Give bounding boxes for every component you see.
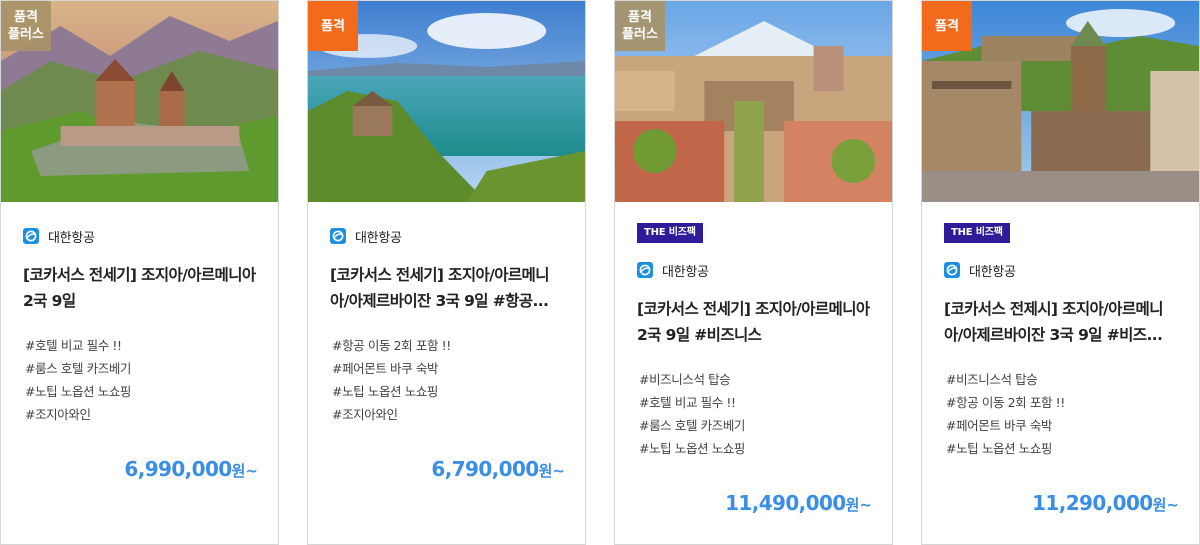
airline: 대한항공: [330, 228, 563, 246]
biz-pack-badge: THE 비즈팩: [944, 223, 1010, 243]
tag-item: #비즈니스석 탑승: [946, 372, 1038, 387]
korean-air-logo-icon: [23, 228, 39, 244]
price: 11,290,000원~: [1032, 491, 1179, 515]
grade-badge: 품격 플러스: [1, 1, 51, 51]
product-title[interactable]: [코카서스 전세기] 조지아/아르메니아/아제르바이잔 3국 9일 #항공...: [330, 262, 563, 314]
price: 11,490,000원~: [725, 491, 872, 515]
tag-item: #호텔 비교 필수 !!: [25, 338, 122, 353]
grade-label: 품격: [935, 18, 959, 34]
price-suffix: 원~: [1152, 496, 1179, 514]
price-value: 11,490,000: [725, 491, 846, 515]
price: 6,990,000원~: [124, 457, 258, 481]
grade-badge: 품격: [308, 1, 358, 51]
tag-item: #비즈니스석 탑승: [639, 372, 731, 387]
product-title[interactable]: [코카서스 전세기] 조지아/아르메니아 2국 9일: [23, 262, 256, 314]
korean-air-logo-icon: [944, 262, 960, 278]
product-card[interactable]: 품격 대한항공 [코카서스 전세기] 조지아/아르메니아/아제르바이잔 3국 9…: [307, 0, 586, 545]
product-image[interactable]: 품격 플러스: [1, 1, 278, 202]
tag-item: #룸스 호텔 카즈베기: [25, 361, 132, 376]
price-value: 6,990,000: [124, 457, 232, 481]
price-value: 11,290,000: [1032, 491, 1153, 515]
korean-air-logo-icon: [637, 262, 653, 278]
tag-item: #룸스 호텔 카즈베기: [639, 418, 746, 433]
product-card[interactable]: 품격 플러스 THE 비즈팩 대한항공 [코카서스 전세기] 조지아/아르메니아…: [614, 0, 893, 545]
tag-item: #노팁 노옵션 노쇼핑: [639, 441, 746, 456]
grade-label: 품격 플러스: [622, 10, 658, 42]
airline: 대한항공: [23, 228, 256, 246]
price-suffix: 원~: [538, 462, 565, 480]
biz-pack-badge: THE 비즈팩: [637, 223, 703, 243]
tag-item: #조지아와인: [332, 407, 398, 422]
product-card[interactable]: 품격 플러스 대한항공 [코카서스 전세기] 조지아/아르메니아 2국 9일 #…: [0, 0, 279, 545]
airline-name: 대한항공: [662, 264, 709, 280]
grade-label: 품격 플러스: [8, 10, 44, 42]
tag-list: #호텔 비교 필수 !! #룸스 호텔 카즈베기 #노팁 노옵션 노쇼핑 #조지…: [23, 334, 256, 426]
tag-item: #노팁 노옵션 노쇼핑: [946, 441, 1053, 456]
grade-badge: 품격: [922, 1, 972, 51]
grade-badge: 품격 플러스: [615, 1, 665, 51]
tag-item: #노팁 노옵션 노쇼핑: [332, 384, 439, 399]
product-image[interactable]: 품격: [308, 1, 585, 202]
korean-air-logo-icon: [330, 228, 346, 244]
airline-name: 대한항공: [48, 230, 95, 246]
tag-item: #페어몬트 바쿠 숙박: [946, 418, 1053, 433]
product-card-list: 품격 플러스 대한항공 [코카서스 전세기] 조지아/아르메니아 2국 9일 #…: [0, 0, 1200, 545]
product-title[interactable]: [코카서스 전세기] 조지아/아르메니아 2국 9일 #비즈니스: [637, 296, 870, 348]
tag-item: #호텔 비교 필수 !!: [639, 395, 736, 410]
tag-item: #노팁 노옵션 노쇼핑: [25, 384, 132, 399]
tag-item: #페어몬트 바쿠 숙박: [332, 361, 439, 376]
tag-list: #항공 이동 2회 포함 !! #페어몬트 바쿠 숙박 #노팁 노옵션 노쇼핑 …: [330, 334, 563, 426]
price: 6,790,000원~: [431, 457, 565, 481]
price-suffix: 원~: [845, 496, 872, 514]
product-image[interactable]: 품격 플러스: [615, 1, 892, 202]
airline-name: 대한항공: [355, 230, 402, 246]
product-title[interactable]: [코카서스 전제시] 조지아/아르메니아/아제르바이잔 3국 9일 #비즈...: [944, 296, 1177, 348]
tag-item: #항공 이동 2회 포함 !!: [332, 338, 451, 353]
product-card[interactable]: 품격 THE 비즈팩 대한항공 [코카서스 전제시] 조지아/아르메니아/아제르…: [921, 0, 1200, 545]
tag-list: #비즈니스석 탑승 #호텔 비교 필수 !! #룸스 호텔 카즈베기 #노팁 노…: [637, 368, 870, 460]
airline: 대한항공: [944, 262, 1177, 280]
tag-list: #비즈니스석 탑승 #항공 이동 2회 포함 !! #페어몬트 바쿠 숙박 #노…: [944, 368, 1177, 460]
airline-name: 대한항공: [969, 264, 1016, 280]
tag-item: #조지아와인: [25, 407, 91, 422]
product-image[interactable]: 품격: [922, 1, 1199, 202]
grade-label: 품격: [321, 18, 345, 34]
price-value: 6,790,000: [431, 457, 539, 481]
airline: 대한항공: [637, 262, 870, 280]
tag-item: #항공 이동 2회 포함 !!: [946, 395, 1065, 410]
price-suffix: 원~: [231, 462, 258, 480]
